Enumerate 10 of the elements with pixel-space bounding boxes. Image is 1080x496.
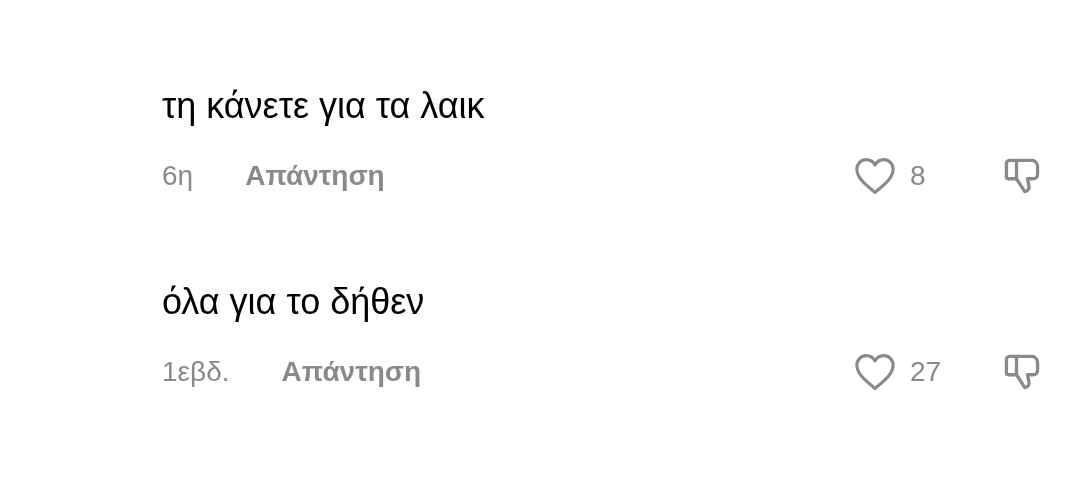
like-count: 27 [910,355,943,389]
comment-text: όλα για το δήθεν [162,280,426,324]
heart-icon[interactable] [854,353,896,391]
comment-time: 6η [162,159,194,193]
heart-icon[interactable] [854,157,896,195]
reply-link[interactable]: Απάντηση [245,155,385,197]
like-count: 8 [910,159,927,193]
comment-text: τη κάνετε για τα λαικ [162,84,486,128]
reply-link[interactable]: Απάντηση [281,351,422,393]
comment-time: 1εβδ. [162,355,230,389]
